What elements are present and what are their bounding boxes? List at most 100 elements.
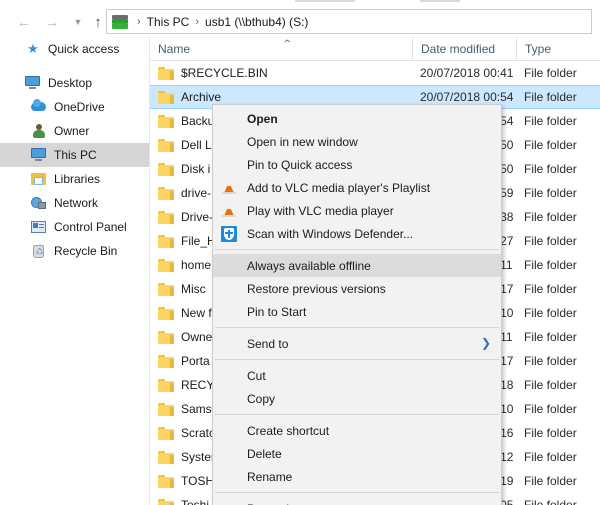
file-name-label: File_H: [181, 234, 216, 248]
file-name-label: TOSH: [181, 474, 215, 488]
menu-item-label: Copy: [247, 391, 276, 406]
menu-item-always-available-offline[interactable]: Always available offline: [213, 254, 501, 277]
menu-item-send-to[interactable]: Send to ❯: [213, 332, 501, 355]
control-panel-icon: [30, 219, 48, 235]
sidebar-item-label: Recycle Bin: [54, 244, 118, 258]
menu-item-open[interactable]: Open: [213, 107, 501, 130]
menu-item-label: Create shortcut: [247, 423, 330, 438]
folder-icon: [158, 450, 174, 464]
menu-item-label: Delete: [247, 446, 282, 461]
navigation-bar: ← → ▼ ↑ › This PC › usb1 (\\bthub4) (S:): [0, 8, 600, 36]
menu-item-label: Restore previous versions: [247, 281, 386, 296]
sidebar-item-owner[interactable]: Owner: [0, 119, 149, 143]
menu-item-label: Send to: [247, 336, 289, 351]
menu-item-restore-previous-versions[interactable]: Restore previous versions: [213, 277, 501, 300]
folder-icon: [158, 330, 174, 344]
file-type-cell: File folder: [524, 234, 577, 248]
sidebar-item-libraries[interactable]: Libraries: [0, 167, 149, 191]
breadcrumb-this-pc[interactable]: This PC: [147, 15, 190, 29]
sidebar-item-label: Owner: [54, 124, 90, 138]
column-header-type[interactable]: Type: [516, 37, 600, 60]
sidebar-item-desktop[interactable]: Desktop: [0, 71, 149, 95]
sidebar-item-label: Control Panel: [54, 220, 127, 234]
file-type-cell: File folder: [524, 450, 577, 464]
menu-item-label: Add to VLC media player's Playlist: [247, 180, 431, 195]
folder-icon: [158, 186, 174, 200]
breadcrumb-separator-2: ›: [195, 15, 200, 28]
column-header-date-modified[interactable]: Date modified: [412, 37, 516, 60]
menu-item-label: Cut: [247, 368, 266, 383]
menu-item-pin-to-quick-access[interactable]: Pin to Quick access: [213, 153, 501, 176]
file-type-cell: File folder: [524, 378, 577, 392]
menu-item-delete[interactable]: Delete: [213, 442, 501, 465]
sidebar-item-recycle-bin[interactable]: ♺ Recycle Bin: [0, 239, 149, 263]
sidebar-item-network[interactable]: Network: [0, 191, 149, 215]
file-name-label: Drive-: [181, 210, 213, 224]
breadcrumb-separator: ›: [137, 15, 141, 28]
menu-item-label: Pin to Quick access: [247, 157, 353, 172]
file-date-cell: 20/07/2018 00:54: [420, 90, 514, 104]
menu-item-create-shortcut[interactable]: Create shortcut: [213, 419, 501, 442]
folder-icon: [158, 138, 174, 152]
window-top-strip: [0, 0, 600, 8]
file-name-cell: $RECYCLE.BIN: [150, 66, 412, 80]
menu-item-open-in-new-window[interactable]: Open in new window: [213, 130, 501, 153]
menu-item-cut[interactable]: Cut: [213, 364, 501, 387]
vlc-cone-icon: [221, 203, 237, 219]
file-type-cell: File folder: [524, 90, 577, 104]
menu-item-label: Always available offline: [247, 258, 371, 273]
file-name-label: Disk i: [181, 162, 211, 176]
folder-icon: [158, 426, 174, 440]
menu-item-pin-to-start[interactable]: Pin to Start: [213, 300, 501, 323]
user-icon: [30, 123, 48, 139]
menu-item-label: Scan with Windows Defender...: [247, 226, 414, 241]
breadcrumb-current-drive[interactable]: usb1 (\\bthub4) (S:): [205, 15, 308, 29]
menu-item-scan-with-windows-defender[interactable]: Scan with Windows Defender...: [213, 222, 501, 245]
file-name-label: Porta: [181, 354, 210, 368]
file-name-cell: Archive: [150, 90, 412, 104]
folder-icon: [158, 306, 174, 320]
folder-icon: [158, 474, 174, 488]
column-header-date-label: Date modified: [421, 41, 496, 56]
column-header-name-label: Name: [158, 41, 191, 56]
menu-item-label: Open in new window: [247, 134, 358, 149]
file-name-label: home: [181, 258, 212, 272]
defender-shield-icon: [221, 226, 237, 242]
cloud-icon: [30, 99, 48, 115]
address-bar[interactable]: › This PC › usb1 (\\bthub4) (S:): [106, 9, 592, 34]
ribbon-tab-divider: [295, 0, 355, 2]
menu-item-label: Properties: [247, 502, 302, 505]
menu-separator: [215, 414, 499, 415]
file-name-label: Dell L: [181, 138, 212, 152]
sidebar-item-quick-access[interactable]: ★ Quick access: [0, 37, 149, 61]
libraries-folder-icon: [30, 171, 48, 187]
file-type-cell: File folder: [524, 306, 577, 320]
back-button[interactable]: ←: [12, 10, 36, 34]
folder-icon: [158, 162, 174, 176]
sidebar-item-this-pc[interactable]: This PC: [0, 143, 149, 167]
file-type-cell: File folder: [524, 402, 577, 416]
ribbon-tab-divider-2: [420, 0, 460, 2]
column-header-name[interactable]: Name ⌃: [150, 37, 412, 60]
menu-item-copy[interactable]: Copy: [213, 387, 501, 410]
folder-icon: [158, 90, 174, 104]
menu-item-add-to-vlc-media-player-s-playlist[interactable]: Add to VLC media player's Playlist: [213, 176, 501, 199]
file-date-cell: 20/07/2018 00:41: [420, 66, 514, 80]
sidebar-item-control-panel[interactable]: Control Panel: [0, 215, 149, 239]
file-type-cell: File folder: [524, 282, 577, 296]
file-name-label: RECY: [181, 378, 215, 392]
sidebar-item-onedrive[interactable]: OneDrive: [0, 95, 149, 119]
folder-icon: [158, 210, 174, 224]
table-row[interactable]: $RECYCLE.BIN 20/07/2018 00:41 File folder: [150, 61, 600, 85]
file-type-cell: File folder: [524, 186, 577, 200]
recycle-bin-icon: ♺: [30, 243, 48, 259]
menu-item-label: Play with VLC media player: [247, 203, 394, 218]
sort-ascending-icon: ⌃: [281, 39, 294, 50]
menu-item-play-with-vlc-media-player[interactable]: Play with VLC media player: [213, 199, 501, 222]
menu-item-rename[interactable]: Rename: [213, 465, 501, 488]
menu-item-properties[interactable]: Properties: [213, 497, 501, 505]
network-server-icon: [112, 14, 128, 29]
file-name-label: Misc: [181, 282, 206, 296]
forward-button[interactable]: →: [40, 10, 64, 34]
